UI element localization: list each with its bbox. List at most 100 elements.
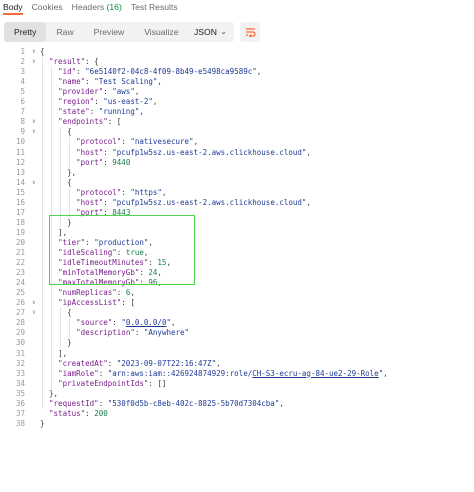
code-line: 8 ∨ "endpoints": [ [0, 117, 474, 127]
tab-headers[interactable]: Headers (16) [69, 0, 128, 14]
line-number: 20 [15, 237, 25, 247]
json-punctuation: : [85, 408, 95, 418]
code-line: 6 "region": "us-east-2", [0, 97, 474, 107]
json-number: 200 [94, 408, 108, 418]
json-string: "pcufp1w5sz.us-east-2.aws.clickhouse.clo… [112, 147, 307, 157]
json-punctuation: : [103, 147, 113, 157]
tab-label: Headers [71, 2, 105, 12]
line-number: 13 [15, 167, 25, 177]
json-key: "createdAt" [58, 358, 108, 368]
code-text: "privateEndpointIds": [] [58, 379, 166, 389]
code-text: "endpoints": [ [58, 117, 121, 127]
json-punctuation: : [ [121, 298, 135, 308]
json-punctuation: : [112, 318, 122, 328]
json-punctuation: : [121, 137, 131, 147]
line-number: 21 [15, 248, 25, 257]
json-punctuation: , [161, 187, 167, 197]
view-mode-pretty[interactable]: Pretty [4, 22, 47, 42]
json-string: "aws" [112, 87, 135, 97]
json-string: "arn:aws:iam::426924874929:role/ [107, 368, 253, 378]
code-line: 26 ∨ "ipAccessList": [ [0, 298, 474, 308]
view-mode-visualize[interactable]: Visualize [134, 22, 188, 42]
json-key: "status" [49, 408, 86, 418]
line-number: 15 [15, 187, 25, 197]
line-number: 10 [15, 137, 25, 147]
json-punctuation: , [306, 197, 311, 207]
json-key: "numReplicas" [58, 288, 117, 298]
indent-guide [60, 308, 62, 349]
line-number: 4 [20, 77, 25, 87]
fold-chevron-icon[interactable]: ∨ [32, 178, 36, 188]
view-mode-preview[interactable]: Preview [84, 22, 135, 42]
code-text: { [67, 308, 72, 318]
tab-body[interactable]: Body [0, 0, 29, 15]
code-line: 27 ∨ { [0, 308, 474, 318]
json-string-link[interactable]: 0.0.0.0/0 [126, 318, 167, 327]
tab-test-results[interactable]: Test Results [128, 0, 184, 14]
code-line: 30} [0, 338, 474, 348]
code-line: 29 "description": "Anywhere" [0, 328, 474, 338]
json-string: "530f0d5b-c8eb-402c-8825-5b70d7304cba" [107, 398, 280, 408]
fold-chevron-icon[interactable]: ∨ [32, 47, 36, 57]
code-line: 16 "host": "pcufp1w5sz.us-east-2.aws.clic… [0, 198, 474, 208]
json-string: "https" [130, 187, 162, 197]
tab-cookies[interactable]: Cookies [29, 0, 69, 14]
json-punctuation: : [107, 358, 117, 368]
fold-chevron-icon[interactable]: ∨ [32, 298, 36, 308]
json-key: "endpoints" [58, 117, 108, 127]
json-punctuation: , [193, 137, 199, 147]
code-text: ], [58, 349, 67, 359]
indent-guide [42, 57, 43, 409]
code-text: "result": { [49, 57, 99, 67]
json-key: "ipAccessList" [58, 298, 122, 308]
indent-guide [69, 318, 71, 339]
line-number: 6 [20, 97, 25, 107]
code-text: "status": 200 [49, 409, 108, 419]
view-mode-raw[interactable]: Raw [46, 22, 83, 42]
json-punctuation: , [383, 368, 388, 378]
fold-chevron-icon[interactable]: ∨ [32, 117, 36, 127]
json-punctuation: : [116, 288, 126, 298]
line-number: 27 [15, 308, 25, 318]
code-line: 2 ∨ "result": { [0, 57, 474, 67]
line-number: 36 [15, 398, 25, 408]
json-string: "2023-09-07T22:16:47Z" [116, 358, 217, 368]
fold-chevron-icon[interactable]: ∨ [32, 127, 36, 137]
json-string-link[interactable]: CH-S3-ecru-ag-84-ue2-29-Role [252, 369, 378, 378]
line-number: 34 [15, 378, 25, 388]
json-key: "iamRole" [58, 368, 99, 378]
code-line: 11 "host": "pcufp1w5sz.us-east-2.aws.clic… [0, 148, 474, 158]
code-text: { [40, 47, 45, 57]
json-punctuation: }, [67, 167, 77, 177]
response-toolbar: Pretty Raw Preview Visualize JSON ⌄ [0, 22, 474, 44]
wrap-lines-button[interactable] [240, 22, 260, 42]
line-number: 30 [15, 338, 25, 348]
code-line: 15 "protocol": "https", [0, 188, 474, 198]
code-line: 7 "state": "running", [0, 107, 474, 117]
code-line: 12 "port": 9440 [0, 158, 474, 168]
fold-chevron-icon[interactable]: ∨ [32, 57, 36, 67]
line-number: 17 [15, 207, 25, 217]
line-number: 33 [15, 368, 25, 378]
json-punctuation: : [98, 398, 108, 408]
tab-count-badge: (16) [106, 2, 122, 12]
code-line: 5 "provider": "aws", [0, 87, 474, 97]
indent-guide [69, 187, 71, 218]
line-number: 8 [20, 117, 25, 127]
json-key: "id" [58, 67, 77, 77]
code-line: 28 "source": "0.0.0.0/0", [0, 318, 474, 328]
line-number: 31 [15, 348, 25, 358]
json-punctuation: } [40, 418, 45, 428]
json-key: "protocol" [76, 187, 122, 197]
json-punctuation: : [121, 187, 131, 197]
line-number: 29 [15, 328, 25, 338]
wrap-lines-icon [245, 28, 256, 37]
json-punctuation: : [98, 368, 108, 378]
json-key: "state" [58, 107, 90, 117]
line-number: 32 [15, 358, 25, 368]
format-select[interactable]: JSON ⌄ [186, 22, 234, 42]
code-text: }, [67, 168, 76, 178]
fold-chevron-icon[interactable]: ∨ [32, 308, 36, 318]
line-number: 14 [15, 177, 25, 187]
line-number: 35 [15, 388, 25, 398]
